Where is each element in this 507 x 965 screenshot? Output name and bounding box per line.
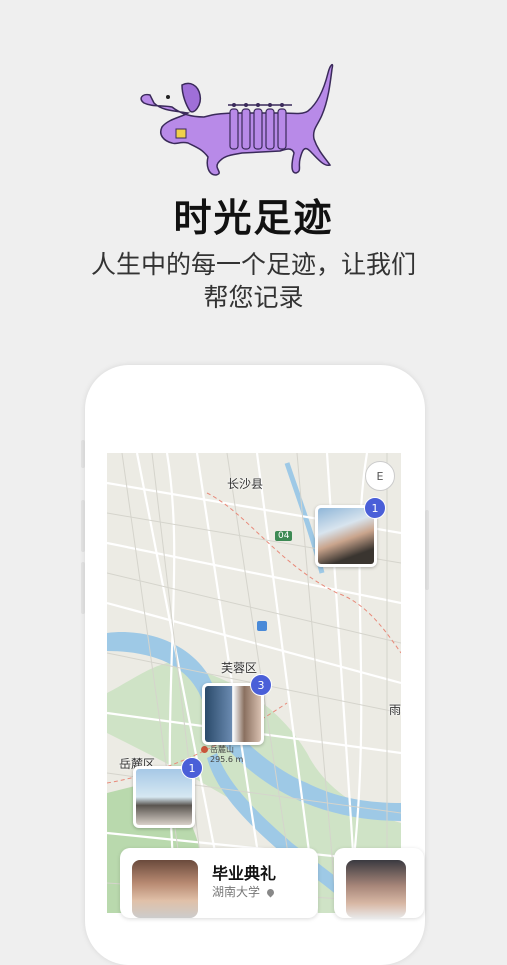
pin-photo (205, 686, 261, 742)
pin-photo (318, 508, 374, 564)
event-photo (132, 860, 198, 918)
event-location-text: 湖南大学 (212, 885, 261, 899)
pin-photo (136, 769, 192, 825)
mascot-dog-icon (140, 63, 334, 176)
compass-button[interactable]: E (365, 461, 395, 491)
poi-name: 岳麓山 (210, 745, 234, 754)
poi-elevation: 295.6 m (210, 755, 244, 764)
page-subtitle: 人生中的每一个足迹，让我们帮您记录 (90, 250, 416, 312)
footprint-map[interactable]: 长沙县 芙蓉区 岳麓区 雨 04 E 岳麓山 295.6 m 1 3 1 (107, 453, 401, 913)
location-pin-icon (265, 887, 276, 898)
event-location: 湖南大学 (212, 883, 276, 900)
map-label-county: 长沙县 (227, 477, 264, 491)
transit-icon (257, 621, 267, 631)
mountain-poi-icon (201, 746, 208, 753)
page-title: 时光足迹 (173, 196, 334, 240)
pin-count-badge: 1 (364, 497, 386, 519)
event-title: 毕业典礼 (212, 864, 277, 883)
pin-count-badge: 3 (250, 674, 272, 696)
event-card[interactable]: 毕业典礼 湖南大学 (120, 848, 318, 918)
map-label-edge: 雨 (389, 703, 401, 717)
event-card[interactable] (334, 848, 424, 918)
road-badge: 04 (275, 531, 293, 541)
phone-power-button (425, 510, 429, 590)
event-photo (346, 860, 406, 918)
pin-count-badge: 1 (181, 757, 203, 779)
map-label-district-furong: 芙蓉区 (221, 661, 258, 675)
